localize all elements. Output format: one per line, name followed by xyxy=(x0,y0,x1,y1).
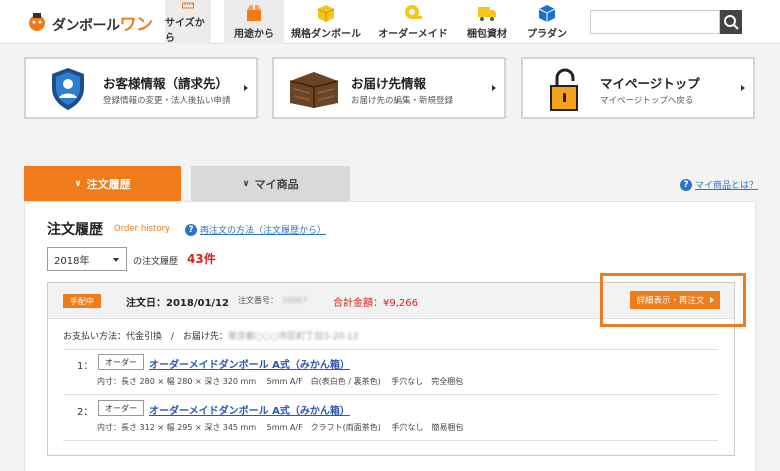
item-name-link[interactable]: オーダーメイドダンボール A式（みかん箱） xyxy=(149,356,350,371)
reorder-help-link[interactable]: ? 再注文の方法（注文履歴から） xyxy=(185,223,326,236)
tape-icon xyxy=(405,5,422,19)
nav-order-made[interactable]: オーダーメイド xyxy=(376,0,450,44)
tab-label: マイ商品 xyxy=(254,177,299,191)
chevron-right-icon xyxy=(492,85,496,91)
ruler-icon xyxy=(182,2,194,9)
item-number: 2： xyxy=(77,407,94,418)
item-name-link[interactable]: オーダーメイドダンボール A式（みかん箱） xyxy=(149,402,350,417)
order-header: 手配中 注文日：2018/01/12 注文番号： 26067 合計金額：¥9,26… xyxy=(48,273,746,327)
cardboard-box-icon xyxy=(317,5,335,22)
chevron-right-icon xyxy=(244,85,248,91)
nav-standard-boxes[interactable]: 規格ダンボール xyxy=(290,0,362,44)
card-delivery-info[interactable]: お届け先情報 お届け先の編集・新規登録 xyxy=(272,57,506,119)
chevron-down-icon: ∨ xyxy=(242,178,250,189)
caret-right-icon xyxy=(709,297,714,303)
order-number: 注文番号： 26067 xyxy=(238,296,308,305)
site-logo[interactable]: ダンボールワン xyxy=(26,9,153,35)
ship-address: 東京都○○○市区町丁目3-20-12 xyxy=(227,332,359,342)
card-title: マイページトップ xyxy=(600,76,700,91)
detail-button-label: 詳細表示・再注文 xyxy=(636,296,705,306)
order-date: 注文日：2018/01/12 xyxy=(126,298,229,309)
year-select[interactable]: 2018年 xyxy=(47,247,127,271)
order-card: 手配中 注文日：2018/01/12 注文番号： 26067 合計金額：¥9,26… xyxy=(47,273,746,456)
tab-my-products[interactable]: ∨ マイ商品 xyxy=(191,166,350,201)
search-button[interactable] xyxy=(720,10,742,34)
chevron-down-icon: ∨ xyxy=(74,178,82,189)
logo-text: ダンボールワン xyxy=(52,14,153,35)
question-icon: ? xyxy=(680,178,692,191)
card-mypage-top[interactable]: マイページトップ マイページトップへ戻る xyxy=(521,57,755,119)
nav-usage[interactable]: 用途から xyxy=(224,0,284,44)
chevron-right-icon xyxy=(741,85,745,91)
order-item: 1： オーダー オーダーメイドダンボール A式（みかん箱） 内寸：長さ 280 … xyxy=(63,351,718,395)
site-header: ダンボールワン サイズから 用途から 規格ダンボール オーダーメイド 梱包資材 … xyxy=(0,0,780,44)
user-shield-icon xyxy=(52,68,84,110)
logo-mark-icon xyxy=(29,13,45,31)
card-subtitle: マイページトップへ戻る xyxy=(600,96,694,106)
divider xyxy=(63,349,718,350)
my-products-help-link[interactable]: ? マイ商品とは？ xyxy=(680,178,758,191)
item-spec: 内寸：長さ 280 × 幅 280 × 深さ 320 mm 5mm A/F 白(… xyxy=(97,377,464,386)
help-link-label: マイ商品とは？ xyxy=(695,181,759,191)
tab-order-history[interactable]: ∨ 注文履歴 xyxy=(24,166,181,201)
card-title: お客様情報（請求先） xyxy=(103,76,229,91)
item-spec: 内寸：長さ 312 × 幅 295 × 深さ 345 mm 5mm A/F クラ… xyxy=(97,423,464,432)
payment-shipping-info: お支払い方法：代金引換 / お届け先：東京都○○○市区町丁目3-20-12 xyxy=(63,329,359,342)
box-open-icon xyxy=(247,5,261,21)
dropdown-arrow-icon xyxy=(113,258,119,262)
status-badge: 手配中 xyxy=(63,294,101,308)
card-subtitle: 登録情報の変更・法人後払い申請 xyxy=(103,96,231,106)
item-number: 1： xyxy=(77,361,94,372)
search-bar xyxy=(590,10,742,34)
order-count-label: の注文履歴 xyxy=(133,257,179,267)
tab-label: 注文履歴 xyxy=(86,177,131,191)
ship-label: お届け先： xyxy=(182,332,228,342)
page-subtitle: Order history xyxy=(114,224,171,234)
page-title: 注文履歴 xyxy=(47,222,103,238)
year-select-value: 2018年 xyxy=(54,255,90,267)
payment-method: お支払い方法：代金引換 xyxy=(63,332,163,342)
question-icon: ? xyxy=(185,223,197,236)
reorder-help-label: 再注文の方法（注文履歴から） xyxy=(200,226,327,236)
search-input[interactable] xyxy=(590,10,720,34)
separator: / xyxy=(170,332,174,342)
nav-packing-materials[interactable]: 梱包資材 xyxy=(462,0,512,44)
truck-icon xyxy=(478,7,496,21)
nav-size[interactable]: サイズから xyxy=(165,0,211,44)
detail-reorder-button[interactable]: 詳細表示・再注文 xyxy=(630,291,720,309)
order-history-panel: 注文履歴 Order history ? 再注文の方法（注文履歴から） 2018… xyxy=(24,201,756,471)
search-icon xyxy=(724,15,739,30)
order-count: 43件 xyxy=(187,252,216,266)
order-item: 2： オーダー オーダーメイドダンボール A式（みかん箱） 内寸：長さ 312 … xyxy=(63,397,718,441)
card-title: お届け先情報 xyxy=(351,76,427,91)
padlock-icon xyxy=(550,68,578,111)
item-type-tag: オーダー xyxy=(98,354,144,370)
order-total: 合計金額：¥9,266 xyxy=(333,298,418,309)
item-type-tag: オーダー xyxy=(98,400,144,416)
card-customer-info[interactable]: お客様情報（請求先） 登録情報の変更・法人後払い申請 xyxy=(24,57,258,119)
blue-box-icon xyxy=(538,5,556,22)
wooden-crate-icon xyxy=(289,72,339,108)
nav-pladan[interactable]: プラダン xyxy=(522,0,572,44)
card-subtitle: お届け先の編集・新規登録 xyxy=(351,96,454,106)
